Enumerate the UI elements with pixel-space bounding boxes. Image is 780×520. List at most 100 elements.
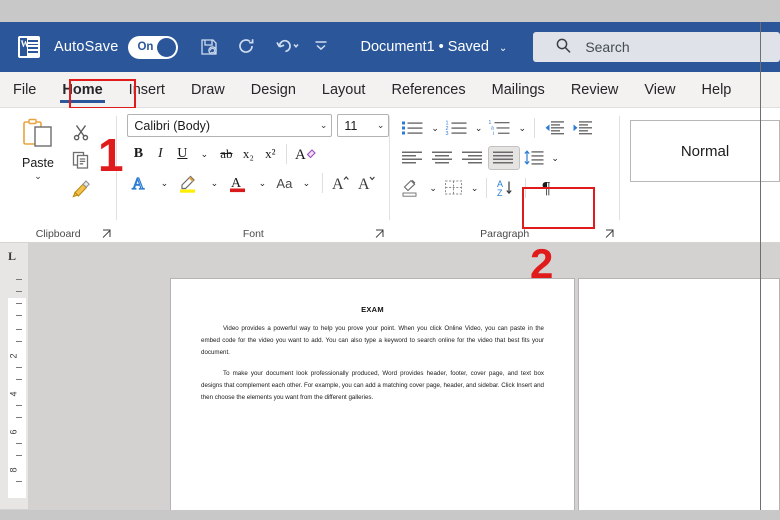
align-left-button[interactable] <box>398 146 428 170</box>
customize-quick-access-icon[interactable] <box>312 36 334 58</box>
sort-button[interactable]: A Z <box>492 176 520 200</box>
svg-text:Z: Z <box>497 188 503 198</box>
shading-button[interactable] <box>398 176 426 200</box>
align-right-button[interactable] <box>458 146 488 170</box>
line-spacing-button[interactable] <box>520 146 548 170</box>
subscript-button[interactable]: x₂ <box>237 142 259 166</box>
font-color-button[interactable]: A <box>225 171 251 195</box>
paste-icon <box>21 118 55 154</box>
document-title-chevron-down-icon[interactable]: ⌄ <box>499 43 507 54</box>
numbering-button[interactable]: 1 2 3 <box>442 116 472 140</box>
tab-home[interactable]: Home <box>49 72 115 108</box>
multilevel-chevron-down-icon[interactable]: ⌄ <box>515 116 529 140</box>
ruler-number-6: 6 <box>8 429 19 435</box>
document-paragraph-2: To make your document look professionall… <box>201 370 544 402</box>
ribbon-group-clipboard: Paste ⌄ Clipboard <box>0 108 116 243</box>
tab-layout[interactable]: Layout <box>309 72 379 108</box>
font-size-combobox[interactable]: 11 ⌄ <box>337 114 390 137</box>
bold-button[interactable]: B <box>127 142 149 166</box>
clear-formatting-button[interactable]: A <box>292 142 320 166</box>
paragraph-group-label: Paragraph <box>480 228 530 240</box>
document-page[interactable]: EXAM Video provides a powerful way to he… <box>170 278 575 520</box>
multilevel-list-button[interactable]: 1 a i <box>485 116 515 140</box>
window-edge-divider <box>760 22 761 520</box>
align-center-button[interactable] <box>428 146 458 170</box>
change-case-button[interactable]: Aa <box>273 171 295 195</box>
underline-button[interactable]: U <box>171 142 193 166</box>
paragraph-shading-row: ⌄ ⌄ A Z ¶ <box>398 176 619 200</box>
superscript-button[interactable]: x² <box>259 142 281 166</box>
tab-review[interactable]: Review <box>558 72 632 108</box>
tab-draw[interactable]: Draw <box>178 72 238 108</box>
window-bottom-chrome <box>0 510 780 520</box>
ruler-number-2: 2 <box>8 353 19 359</box>
font-color-chevron-down-icon[interactable]: ⌄ <box>251 171 273 195</box>
bullets-button[interactable] <box>398 116 428 140</box>
justify-button[interactable] <box>488 146 521 170</box>
vertical-ruler[interactable]: L 2 4 6 8 <box>0 243 28 509</box>
text-highlight-color-button[interactable] <box>175 171 203 195</box>
ruler-number-8: 8 <box>8 467 19 473</box>
tab-view[interactable]: View <box>631 72 688 108</box>
tab-mailings[interactable]: Mailings <box>479 72 558 108</box>
tab-help[interactable]: Help <box>689 72 745 108</box>
undo-icon[interactable] <box>274 36 300 58</box>
autosave-toggle-knob <box>157 37 177 57</box>
save-icon[interactable] <box>198 36 220 58</box>
text-effects-button[interactable]: A <box>127 171 153 195</box>
tab-stop-selector-icon[interactable]: L <box>8 249 16 264</box>
font-style-row: B I U ⌄ ab x₂ x² A <box>125 142 389 166</box>
paragraph-alignment-row: ⌄ <box>398 146 619 170</box>
clipboard-dialog-launcher[interactable] <box>102 229 112 239</box>
copy-icon[interactable] <box>68 148 94 172</box>
borders-chevron-down-icon[interactable]: ⌄ <box>468 176 482 200</box>
paragraph-dialog-launcher[interactable] <box>605 229 615 239</box>
font-size-chevron-down-icon[interactable]: ⌄ <box>377 120 385 131</box>
font-name-chevron-down-icon[interactable]: ⌄ <box>320 120 328 131</box>
quick-access-toolbar <box>198 36 334 58</box>
font-name-combobox[interactable]: Calibri (Body) ⌄ <box>127 114 333 137</box>
ribbon: Paste ⌄ Clipboard Calibri (Body) ⌄ 11 ⌄ … <box>0 108 780 243</box>
tab-references[interactable]: References <box>378 72 478 108</box>
tab-design[interactable]: Design <box>238 72 309 108</box>
strikethrough-button[interactable]: ab <box>215 142 237 166</box>
search-input[interactable]: Search <box>533 32 780 62</box>
bullets-chevron-down-icon[interactable]: ⌄ <box>428 116 442 140</box>
word-logo-icon: W <box>18 36 40 58</box>
shrink-font-button[interactable]: A <box>354 171 380 195</box>
line-spacing-chevron-down-icon[interactable]: ⌄ <box>548 146 562 170</box>
underline-chevron-down-icon[interactable]: ⌄ <box>193 142 215 166</box>
tab-insert[interactable]: Insert <box>116 72 178 108</box>
paragraph-marks-divider <box>525 178 527 198</box>
word-application-window: W AutoSave On Document1 • Saved ⌄ Search… <box>0 0 780 520</box>
paste-chevron-down-icon[interactable]: ⌄ <box>34 171 42 182</box>
borders-button[interactable] <box>440 176 468 200</box>
autosave-toggle[interactable]: On <box>128 35 179 59</box>
text-effects-chevron-down-icon[interactable]: ⌄ <box>153 171 175 195</box>
font-dialog-launcher[interactable] <box>375 229 385 239</box>
grow-font-button[interactable]: A <box>328 171 354 195</box>
numbering-chevron-down-icon[interactable]: ⌄ <box>472 116 486 140</box>
document-title-area[interactable]: Document1 • Saved ⌄ <box>360 39 507 55</box>
style-normal[interactable]: Normal <box>630 120 780 182</box>
search-icon <box>555 37 572 57</box>
cut-icon[interactable] <box>68 120 94 144</box>
paste-button[interactable]: Paste ⌄ <box>8 114 68 243</box>
tab-file[interactable]: File <box>0 72 49 108</box>
increase-indent-button[interactable] <box>568 116 596 140</box>
redo-circle-icon[interactable] <box>236 36 258 58</box>
change-case-chevron-down-icon[interactable]: ⌄ <box>295 171 317 195</box>
format-painter-icon[interactable] <box>68 176 94 200</box>
window-top-chrome <box>0 0 780 22</box>
autosave-label: AutoSave <box>54 39 119 55</box>
highlight-chevron-down-icon[interactable]: ⌄ <box>203 171 225 195</box>
autosave-toggle-state: On <box>137 41 154 53</box>
shading-chevron-down-icon[interactable]: ⌄ <box>426 176 440 200</box>
document-paragraph-1: Video provides a powerful way to help yo… <box>201 325 544 357</box>
decrease-indent-button[interactable] <box>540 116 568 140</box>
clipboard-group-label: Clipboard <box>35 228 81 240</box>
italic-button[interactable]: I <box>149 142 171 166</box>
document-page-next[interactable] <box>578 278 780 520</box>
ribbon-group-styles: Normal <box>620 108 780 243</box>
show-hide-formatting-marks-button[interactable]: ¶ <box>531 176 561 200</box>
